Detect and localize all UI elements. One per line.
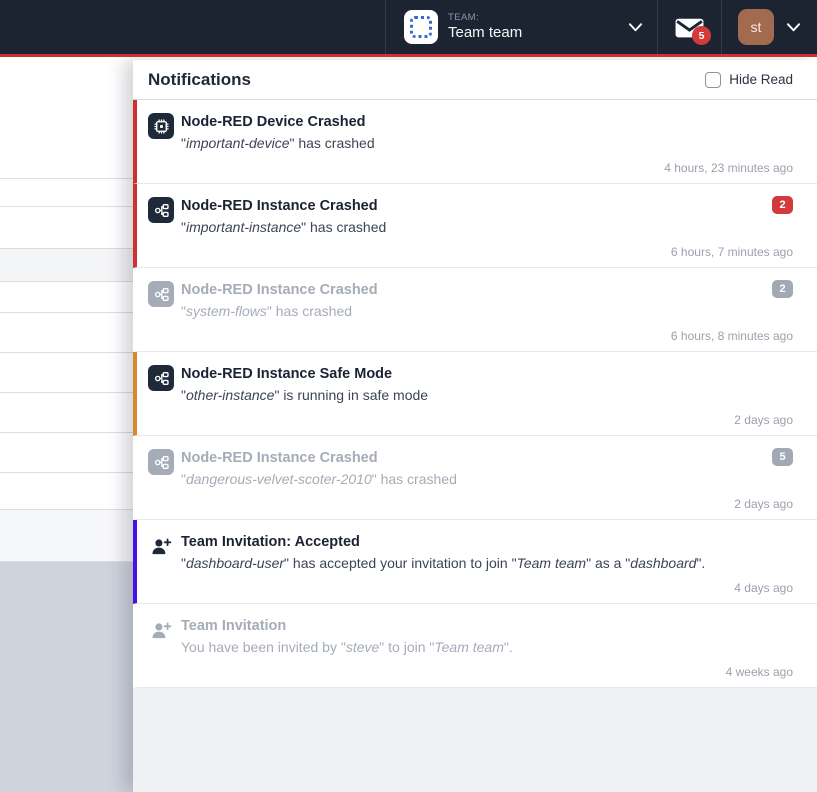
- notification-item[interactable]: Team Invitation: Accepted "dashboard-use…: [133, 520, 817, 604]
- notification-timestamp: 4 days ago: [734, 581, 793, 595]
- avatar: st: [738, 9, 774, 45]
- notification-title: Team Invitation: [181, 616, 286, 634]
- instance-icon: [148, 365, 174, 391]
- notification-title: Node-RED Instance Crashed: [181, 280, 378, 298]
- chevron-down-icon: [628, 21, 643, 33]
- notification-title: Node-RED Instance Crashed: [181, 196, 378, 214]
- notification-count-badge: 2: [772, 280, 793, 298]
- notification-list: Node-RED Device Crashed "important-devic…: [133, 100, 817, 688]
- instance-icon: [148, 281, 174, 307]
- notification-item[interactable]: Node-RED Device Crashed "important-devic…: [133, 100, 817, 184]
- hide-read-checkbox[interactable]: [705, 72, 721, 88]
- notification-message: "dashboard-user" has accepted your invit…: [181, 555, 793, 571]
- notification-item[interactable]: Team Invitation You have been invited by…: [133, 604, 817, 688]
- notification-timestamp: 6 hours, 8 minutes ago: [671, 329, 793, 343]
- panel-footer: [133, 688, 817, 792]
- team-icon: [404, 10, 438, 44]
- notification-timestamp: 2 days ago: [734, 413, 793, 427]
- team-switcher[interactable]: TEAM: Team team: [385, 0, 657, 54]
- notifications-header: Notifications Hide Read: [133, 60, 817, 100]
- notification-item[interactable]: Node-RED Instance Crashed 2 "system-flow…: [133, 268, 817, 352]
- user-menu[interactable]: st: [721, 0, 817, 54]
- notification-title: Node-RED Instance Crashed: [181, 448, 378, 466]
- notifications-bell-button[interactable]: 5: [657, 0, 721, 54]
- notification-title: Node-RED Device Crashed: [181, 112, 366, 130]
- notification-timestamp: 2 days ago: [734, 497, 793, 511]
- notifications-panel: Notifications Hide Read Node-RED Device …: [133, 60, 817, 792]
- team-name: Team team: [448, 24, 618, 41]
- notification-message: "other-instance" is running in safe mode: [181, 387, 793, 403]
- hide-read-toggle[interactable]: Hide Read: [705, 72, 793, 88]
- notification-count-badge: 5: [772, 448, 793, 466]
- notification-timestamp: 4 hours, 23 minutes ago: [664, 161, 793, 175]
- unread-count-badge: 5: [692, 26, 711, 45]
- notification-count-badge: 2: [772, 196, 793, 214]
- notification-item[interactable]: Node-RED Instance Crashed 2 "important-i…: [133, 184, 817, 268]
- notification-message: "important-device" has crashed: [181, 135, 793, 151]
- team-label: TEAM:: [448, 13, 618, 24]
- notification-title: Team Invitation: Accepted: [181, 532, 360, 550]
- notification-item[interactable]: Node-RED Instance Crashed 5 "dangerous-v…: [133, 436, 817, 520]
- notification-message: "system-flows" has crashed: [181, 303, 793, 319]
- device-icon: [148, 113, 174, 139]
- user-add-icon: [148, 617, 174, 643]
- instance-icon: [148, 449, 174, 475]
- page-title: Notifications: [148, 70, 251, 90]
- notification-message: "dangerous-velvet-scoter-2010" has crash…: [181, 471, 793, 487]
- notification-title: Node-RED Instance Safe Mode: [181, 364, 392, 382]
- notification-item[interactable]: Node-RED Instance Safe Mode "other-insta…: [133, 352, 817, 436]
- notification-message: You have been invited by "steve" to join…: [181, 639, 793, 655]
- notification-message: "important-instance" has crashed: [181, 219, 793, 235]
- instance-icon: [148, 197, 174, 223]
- notification-timestamp: 6 hours, 7 minutes ago: [671, 245, 793, 259]
- user-add-icon: [148, 533, 174, 559]
- hide-read-label: Hide Read: [729, 72, 793, 87]
- notification-timestamp: 4 weeks ago: [726, 665, 793, 679]
- top-navbar: TEAM: Team team 5 st: [0, 0, 817, 57]
- chevron-down-icon: [786, 21, 801, 33]
